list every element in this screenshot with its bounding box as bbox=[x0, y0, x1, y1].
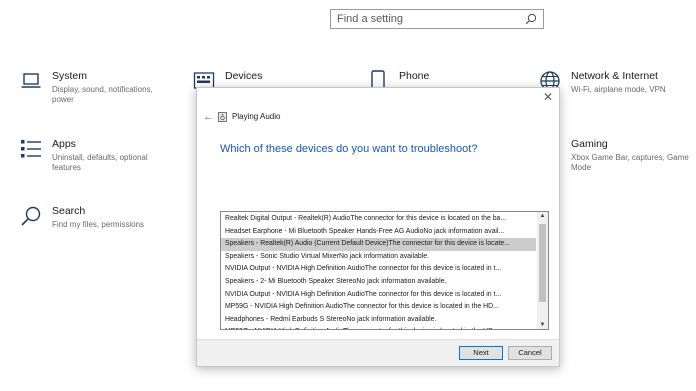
category-title: Network & Internet bbox=[571, 70, 658, 82]
search-icon bbox=[21, 206, 41, 226]
device-list-item[interactable]: NVIDIA Output - NVIDIA High Definition A… bbox=[221, 263, 536, 276]
close-icon[interactable]: ✕ bbox=[543, 91, 553, 103]
device-list-item[interactable]: Speakers - Sonic Studio Virtual MixerNo … bbox=[221, 251, 536, 264]
category-search[interactable]: Search Find my files, permissions bbox=[20, 205, 170, 230]
dialog-title: Playing Audio bbox=[232, 112, 281, 121]
category-description: Find my files, permissions bbox=[52, 220, 145, 229]
scroll-down-icon[interactable]: ▼ bbox=[537, 322, 548, 328]
device-list-item[interactable]: Headset Earphone - Mi Bluetooth Speaker … bbox=[221, 226, 536, 239]
dialog-footer: Next Cancel bbox=[197, 339, 559, 366]
scroll-up-icon[interactable]: ▲ bbox=[537, 213, 548, 219]
category-system[interactable]: System Display, sound, notifications, po… bbox=[20, 70, 160, 105]
playing-audio-dialog: ✕ ← Playing Audio Which of these devices… bbox=[196, 87, 560, 367]
device-list-item[interactable]: Speakers - Realtek(R) Audio (Current Def… bbox=[221, 238, 536, 251]
cancel-button[interactable]: Cancel bbox=[508, 346, 552, 360]
dialog-heading: Which of these devices do you want to tr… bbox=[220, 143, 478, 155]
category-description: Display, sound, notifications, power bbox=[52, 85, 153, 104]
next-button[interactable]: Next bbox=[459, 346, 503, 360]
search-input[interactable]: Find a setting bbox=[337, 13, 525, 25]
listbox-scrollbar[interactable]: ▲ ▼ bbox=[537, 212, 548, 329]
category-network[interactable]: Network & Internet Wi-Fi, airplane mode,… bbox=[539, 70, 689, 95]
device-list-item[interactable]: Headphones - Redmi Earbuds S StereoNo ja… bbox=[221, 314, 536, 327]
category-title: Search bbox=[52, 205, 86, 217]
category-title: Gaming bbox=[571, 138, 608, 150]
device-list-item[interactable]: Realtek Digital Output - Realtek(R) Audi… bbox=[221, 213, 536, 226]
category-description: Wi-Fi, airplane mode, VPN bbox=[571, 85, 666, 94]
scrollbar-thumb[interactable] bbox=[539, 224, 546, 302]
laptop-icon bbox=[21, 73, 41, 88]
back-arrow-icon[interactable]: ← bbox=[203, 111, 214, 123]
category-title: Apps bbox=[52, 138, 76, 150]
device-listbox[interactable]: Realtek Digital Output - Realtek(R) Audi… bbox=[220, 211, 549, 330]
category-title: Devices bbox=[225, 70, 263, 82]
category-description: Xbox Game Bar, captures, Game Mode bbox=[571, 153, 689, 172]
device-list-item[interactable]: Speakers - 2- Mi Bluetooth Speaker Stere… bbox=[221, 276, 536, 289]
category-description: Uninstall, defaults, optional features bbox=[52, 153, 148, 172]
speaker-icon bbox=[218, 112, 227, 122]
device-list: Realtek Digital Output - Realtek(R) Audi… bbox=[221, 213, 536, 329]
category-title: System bbox=[52, 70, 88, 82]
device-list-item[interactable]: MP59G - NVIDIA High Definition AudioThe … bbox=[221, 301, 536, 314]
device-list-item[interactable]: NVIDIA Output - NVIDIA High Definition A… bbox=[221, 289, 536, 302]
category-gaming[interactable]: Gaming Xbox Game Bar, captures, Game Mod… bbox=[539, 138, 689, 173]
category-apps[interactable]: Apps Uninstall, defaults, optional featu… bbox=[20, 138, 160, 173]
apps-list-icon bbox=[21, 140, 41, 158]
search-icon[interactable] bbox=[525, 13, 537, 25]
category-title: Phone bbox=[399, 70, 430, 82]
settings-search-box[interactable]: Find a setting bbox=[330, 9, 544, 29]
device-list-item[interactable]: MP59G - NVIDIA High Definition AudioThe … bbox=[221, 326, 536, 329]
